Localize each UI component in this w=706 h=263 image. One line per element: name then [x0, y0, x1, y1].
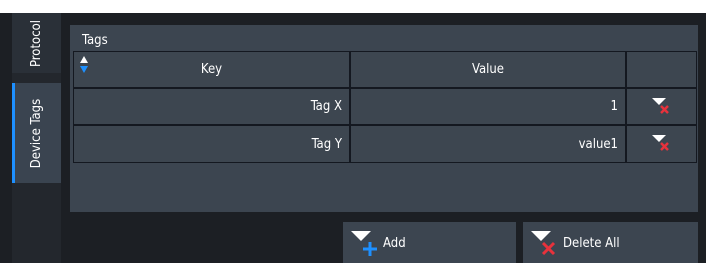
add-button[interactable]: Add	[343, 222, 516, 263]
delete-all-icon	[531, 231, 556, 256]
side-tab-bar: Protocol Device Tags	[12, 13, 61, 263]
delete-row-button[interactable]	[627, 126, 696, 162]
tab-device-tags[interactable]: Device Tags	[12, 83, 61, 183]
panel-title: Tags	[82, 33, 108, 48]
tab-protocol-label: Protocol	[28, 19, 44, 67]
row-key: Tag X	[310, 99, 342, 114]
row-value: 1	[610, 99, 618, 114]
delete-all-button[interactable]: Delete All	[523, 222, 698, 263]
row-key: Tag Y	[311, 136, 342, 152]
delete-tag-icon	[652, 98, 669, 114]
value-column-label: Value	[471, 62, 505, 77]
delete-all-button-label: Delete All	[563, 236, 620, 251]
tags-table: Key Value Tag X 1 Tag Y value1	[73, 51, 697, 163]
add-tag-icon	[351, 231, 377, 256]
add-button-label: Add	[383, 236, 406, 251]
sort-ascending-icon[interactable]	[80, 56, 88, 63]
tags-panel: Tags Key Value Tag X 1 Tag Y value1	[70, 25, 698, 212]
key-column-label: Key	[200, 62, 223, 77]
value-column-header[interactable]: Value	[351, 52, 625, 87]
delete-tag-icon	[652, 135, 669, 151]
key-column-header[interactable]: Key	[74, 52, 349, 87]
top-edge	[0, 0, 706, 13]
tab-device-tags-label: Device Tags	[29, 98, 44, 168]
table-row-key-cell[interactable]: Tag X	[74, 89, 349, 124]
tab-protocol[interactable]: Protocol	[12, 13, 61, 73]
row-value: value1	[578, 136, 618, 152]
table-row-value-cell[interactable]: 1	[351, 89, 625, 124]
table-row-key-cell[interactable]: Tag Y	[74, 126, 349, 162]
sort-descending-icon[interactable]	[80, 66, 88, 73]
delete-row-button[interactable]	[627, 89, 696, 124]
table-row-value-cell[interactable]: value1	[351, 126, 625, 162]
actions-column-header	[627, 52, 696, 87]
